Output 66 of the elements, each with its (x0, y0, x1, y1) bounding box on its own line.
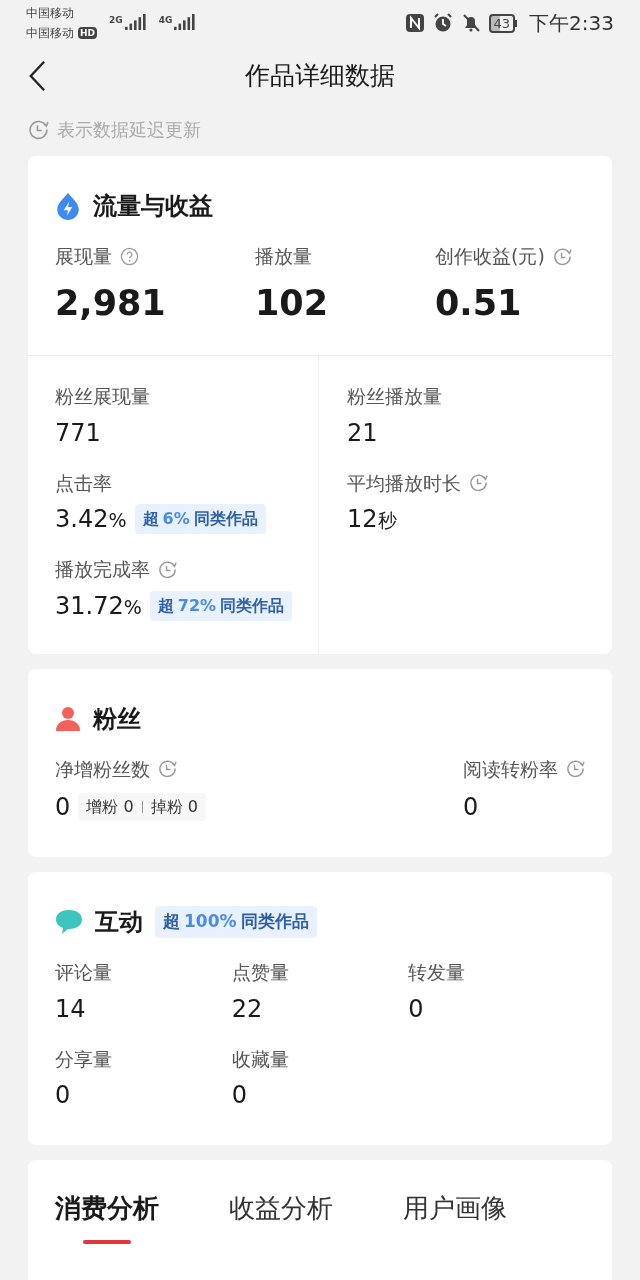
metric-label: 分享量 (55, 1046, 112, 1072)
signal-icon (174, 14, 197, 32)
metric-value: 2,981 (55, 281, 167, 325)
metric-value: 0 (55, 1080, 72, 1111)
metric-value: 771 (55, 417, 101, 449)
metric-value: 0 (408, 993, 425, 1025)
metric-label: 播放量 (255, 244, 312, 269)
comparison-badge: 超 100% 同类作品 (155, 906, 317, 938)
metric-value: 102 (255, 281, 330, 325)
clock-icon (469, 473, 488, 493)
metric-label: 粉丝展现量 (55, 384, 150, 409)
analysis-tab[interactable]: 用户画像 (403, 1190, 507, 1250)
metric-label: 粉丝播放量 (347, 384, 442, 409)
carrier-name: 中国移动 (26, 25, 74, 42)
clock-icon (158, 759, 177, 779)
clock-icon (552, 246, 572, 266)
metric-label: 收藏量 (231, 1046, 289, 1072)
page-title: 作品详细数据 (245, 59, 395, 92)
speech-bubble-icon (55, 909, 83, 935)
lightning-drop-icon (55, 192, 81, 220)
metric-label: 转发量 (408, 960, 466, 985)
metric-label: 创作收益(元) (435, 244, 545, 269)
analysis-tab[interactable]: 消费分析 (55, 1190, 159, 1250)
network-type: 4G (158, 14, 173, 27)
section-title: 互动 (95, 907, 143, 938)
section-title: 流量与收益 (93, 191, 213, 222)
metric-value: 0 (463, 792, 479, 823)
nfc-icon (404, 13, 425, 33)
metric-label: 评论量 (55, 960, 112, 985)
battery-indicator: 43 (488, 13, 518, 33)
metric-value: 0.51 (435, 281, 523, 325)
bell-muted-icon (460, 13, 481, 33)
metric-value: 22 (231, 993, 264, 1025)
metric-label: 展现量 (55, 244, 112, 269)
metric-value: 12秒 (347, 504, 398, 535)
breakdown-text: 掉粉 0 (150, 796, 198, 818)
carrier-name: 中国移动 (26, 5, 74, 22)
metric-value: 0 (231, 1080, 248, 1111)
metric-label: 播放完成率 (55, 557, 150, 582)
metric-label: 阅读转粉率 (463, 756, 558, 782)
person-icon (55, 705, 81, 732)
clock-icon (28, 118, 49, 140)
signal-icon (124, 14, 147, 32)
comparison-badge: 超 6% 同类作品 (134, 504, 266, 534)
metric-label: 点击率 (55, 470, 112, 496)
delay-notice: 表示数据延迟更新 (57, 117, 201, 142)
metric-value: 31.72% (55, 590, 142, 622)
metric-value: 3.42% (55, 504, 127, 535)
metric-label: 点赞量 (231, 960, 289, 985)
comparison-badge: 超 72% 同类作品 (149, 590, 293, 621)
clock-time: 下午2:33 (529, 10, 614, 37)
clock-icon (566, 759, 585, 779)
metric-value: 0 (55, 792, 71, 823)
analysis-tab[interactable]: 收益分析 (229, 1190, 333, 1250)
network-type: 2G (109, 14, 123, 27)
alarm-icon (432, 13, 453, 33)
clock-icon (158, 559, 177, 579)
metric-label: 平均播放时长 (347, 470, 461, 496)
hd-badge: HD (78, 27, 97, 39)
help-icon[interactable] (120, 246, 139, 266)
metric-value: 21 (347, 417, 379, 449)
metric-label: 净增粉丝数 (55, 756, 150, 782)
section-title: 粉丝 (93, 703, 141, 735)
metric-value: 14 (55, 993, 87, 1025)
back-icon[interactable] (28, 59, 46, 92)
breakdown-text: 增粉 0 (86, 796, 134, 818)
